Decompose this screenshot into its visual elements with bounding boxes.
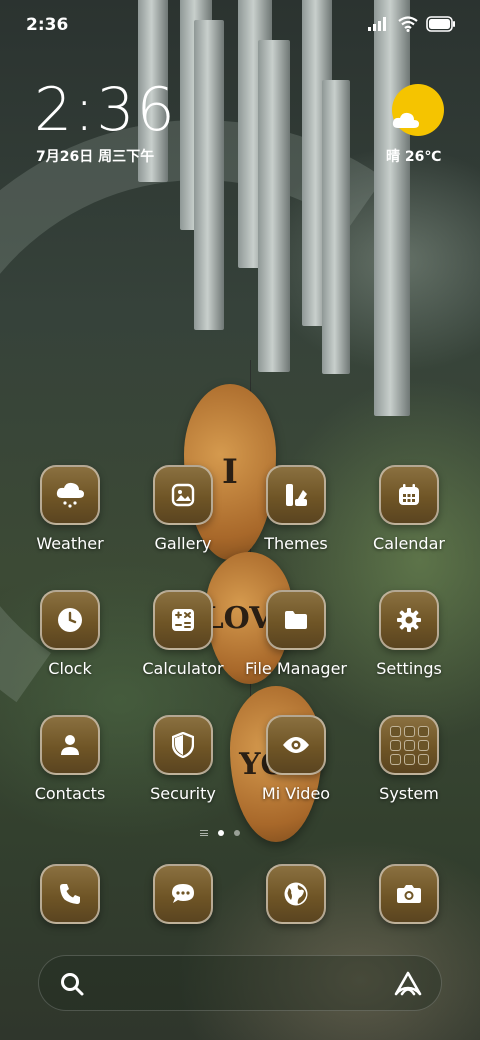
page-dot[interactable] [234, 830, 240, 836]
dock-camera[interactable] [354, 864, 464, 924]
wifi-icon [398, 16, 418, 32]
status-time: 2:36 [26, 15, 69, 35]
weather-icon [56, 482, 84, 508]
app-label: System [379, 784, 439, 803]
app-themes[interactable]: Themes [241, 465, 351, 553]
app-icon-tile [379, 715, 439, 775]
app-icon-tile [266, 465, 326, 525]
dock-phone[interactable] [15, 864, 125, 924]
app-label: File Manager [245, 659, 347, 678]
status-icons [368, 16, 456, 32]
app-icon-tile [153, 590, 213, 650]
page-indicator[interactable] [200, 830, 240, 836]
app-label: Themes [264, 534, 328, 553]
wind-chime-tube [194, 20, 224, 330]
eye-icon [283, 737, 309, 753]
app-contacts[interactable]: Contacts [15, 715, 125, 803]
app-gallery[interactable]: Gallery [128, 465, 238, 553]
contacts-icon [61, 735, 79, 755]
wind-chime-tube [322, 80, 350, 374]
camera-icon [397, 885, 421, 903]
signal-icon [368, 17, 386, 31]
app-label: Security [150, 784, 216, 803]
app-mi-video[interactable]: Mi Video [241, 715, 351, 803]
wind-chime-tube [374, 0, 410, 416]
app-system-folder[interactable]: System [354, 715, 464, 803]
wind-chime-tube [258, 40, 290, 372]
app-icon-tile [40, 590, 100, 650]
dock-messages[interactable] [128, 864, 238, 924]
clock-widget-date[interactable]: 7月26日 周三下午 [36, 146, 154, 166]
phone-icon [60, 884, 80, 904]
app-label: Weather [36, 534, 104, 553]
app-calendar[interactable]: Calendar [354, 465, 464, 553]
app-icon-tile [40, 715, 100, 775]
app-security[interactable]: Security [128, 715, 238, 803]
folder-icon [285, 611, 307, 629]
page-dot-active[interactable] [218, 830, 224, 836]
themes-icon [286, 484, 307, 506]
dock-browser[interactable] [241, 864, 351, 924]
app-file-manager[interactable]: File Manager [241, 590, 351, 678]
app-icon-tile [40, 465, 100, 525]
app-clock[interactable]: Clock [15, 590, 125, 678]
status-bar: 2:36 [0, 0, 480, 50]
gallery-icon [171, 483, 195, 507]
app-icon-tile [379, 465, 439, 525]
app-settings[interactable]: Settings [354, 590, 464, 678]
app-label: Settings [376, 659, 442, 678]
assistant-icon[interactable] [393, 970, 423, 998]
weather-condition-temp[interactable]: 晴 26℃ [386, 146, 441, 166]
app-label: Calculator [142, 659, 224, 678]
clock-widget-time[interactable]: 2:36 [34, 80, 177, 140]
app-icon-tile [379, 864, 439, 924]
folder-grid-icon [389, 725, 429, 765]
app-icon-tile [153, 715, 213, 775]
app-icon-tile [379, 590, 439, 650]
app-icon-tile [153, 465, 213, 525]
browser-icon [284, 882, 308, 906]
shield-icon [172, 732, 194, 758]
app-label: Mi Video [261, 784, 331, 803]
clock-icon [58, 608, 82, 632]
search-bar[interactable] [38, 955, 442, 1011]
app-icon-tile [266, 590, 326, 650]
app-icon-tile [266, 715, 326, 775]
gear-icon [397, 608, 421, 632]
app-calculator[interactable]: Calculator [128, 590, 238, 678]
app-icon-tile [153, 864, 213, 924]
app-label: Calendar [373, 534, 445, 553]
calendar-icon [399, 484, 419, 505]
app-icon-tile [266, 864, 326, 924]
app-label: Clock [48, 659, 92, 678]
app-label: Contacts [34, 784, 106, 803]
message-icon [172, 884, 194, 903]
cloud-icon [392, 112, 419, 128]
app-icon-tile [40, 864, 100, 924]
calculator-icon [172, 609, 194, 631]
app-weather[interactable]: Weather [15, 465, 125, 553]
app-label: Gallery [154, 534, 212, 553]
battery-icon [426, 16, 455, 32]
search-icon[interactable] [59, 971, 85, 997]
minus-one-screen-icon[interactable] [200, 830, 208, 836]
